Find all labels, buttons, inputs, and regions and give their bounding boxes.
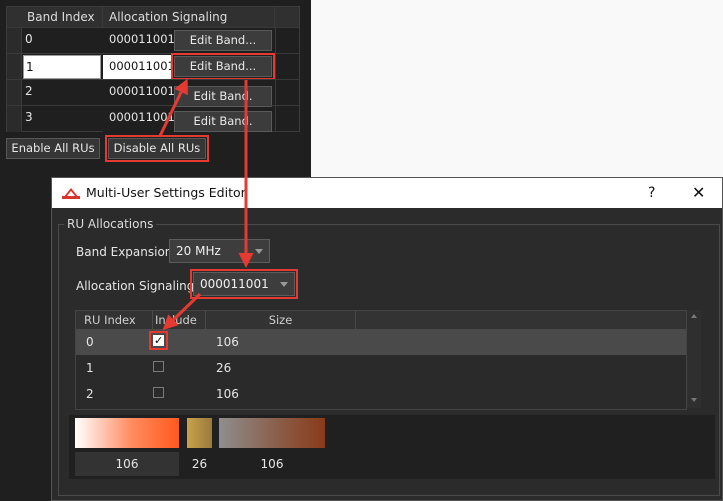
band-row[interactable]: 0 000011001 Edit Band... [7,27,299,54]
band-table: Band Index Allocation Signaling 0 000011… [6,6,300,132]
chevron-down-icon [255,249,263,254]
allocation-cell: 000011001 [103,80,175,106]
allocation-signaling-header[interactable]: Allocation Signaling [103,7,275,27]
column-divider [275,80,276,106]
scroll-down-icon[interactable] [691,398,697,402]
ru-row-selected[interactable]: 0 ✓ 106 [76,329,686,355]
chevron-down-icon [280,282,288,287]
band-row-selected[interactable]: 1 000011001 Edit Band... [7,53,299,80]
ru-swatch-label: 106 [75,452,179,476]
ru-index-cell: 1 [86,361,94,375]
edit-band-button[interactable]: Edit Band. [174,86,272,107]
edit-band-button[interactable]: Edit Band. [174,111,272,132]
dialog-title: Multi-User Settings Editor [86,185,246,200]
ru-allocations-group-title: RU Allocations [64,217,157,231]
ru-swatch-0[interactable] [75,418,179,448]
ru-size-cell: 106 [216,387,239,401]
band-index-cell: 3 [25,110,33,124]
ru-size-cell: 106 [216,335,239,349]
ru-table-scrollbar[interactable] [686,310,701,408]
band-index-cell[interactable]: 1 [23,55,101,79]
ru-swatch-label: 106 [260,457,284,471]
close-button[interactable]: ✕ [692,178,705,208]
allocation-cell: 000011001 [103,106,175,132]
allocation-signaling-label: Allocation Signaling: [76,279,199,293]
disable-all-rus-button[interactable]: Disable All RUs [105,135,209,162]
band-index-cell: 2 [25,84,33,98]
edit-band-button-highlighted[interactable]: Edit Band... [171,53,275,80]
column-divider [275,28,276,54]
ru-table: RU Index Include Size 0 ✓ 106 1 26 2 106 [75,310,687,410]
allocation-cell: 000011001 [103,55,175,79]
band-expansion-dropdown[interactable]: 20 MHz [169,239,270,263]
dialog-titlebar[interactable]: Multi-User Settings Editor ? ✕ [52,178,722,208]
include-checkbox-checked[interactable]: ✓ [149,331,168,350]
row-selector[interactable] [7,28,22,54]
allocation-signaling-value: 000011001 [200,277,269,291]
band-table-corner [7,7,24,27]
row-selector[interactable] [7,106,22,132]
enable-all-rus-button[interactable]: Enable All RUs [6,138,100,159]
row-selector[interactable] [7,80,22,106]
scroll-up-icon[interactable] [691,314,697,318]
band-expansion-label: Band Expansion: [76,245,177,259]
size-header[interactable]: Size [206,311,356,329]
ru-swatch-1[interactable] [187,418,212,448]
include-header[interactable]: Include [153,311,206,329]
ru-index-cell: 0 [86,335,94,349]
allocation-signaling-dropdown[interactable]: 000011001 [190,269,298,299]
band-row[interactable]: 2 000011001 Edit Band. [7,79,299,107]
band-index-header[interactable]: Band Index [23,7,103,27]
header-spacer [356,311,686,329]
include-checkbox[interactable] [153,387,164,398]
allocation-cell: 000011001 [103,28,175,54]
row-selector[interactable] [7,54,22,80]
ru-row[interactable]: 2 106 [76,381,686,407]
app-logo-icon [62,188,80,199]
ru-index-cell: 2 [86,387,94,401]
ru-size-cell: 26 [216,361,232,375]
column-divider [275,54,276,80]
band-expansion-value: 20 MHz [176,244,221,258]
help-button[interactable]: ? [648,178,655,208]
band-index-cell: 0 [25,32,33,46]
edit-band-button[interactable]: Edit Band... [174,30,272,51]
include-checkbox[interactable] [153,361,164,372]
ru-row[interactable]: 1 26 [76,355,686,381]
ru-allocation-preview: 106 26 106 [69,415,715,479]
ru-swatch-label: 26 [191,457,208,471]
column-divider [275,106,276,132]
ru-index-header[interactable]: RU Index [76,311,153,329]
ru-swatch-2[interactable] [219,418,325,448]
multi-user-settings-dialog: Multi-User Settings Editor ? ✕ RU Alloca… [51,177,723,501]
band-row[interactable]: 3 000011001 Edit Band. [7,105,299,132]
band-table-header-spacer [275,7,299,27]
